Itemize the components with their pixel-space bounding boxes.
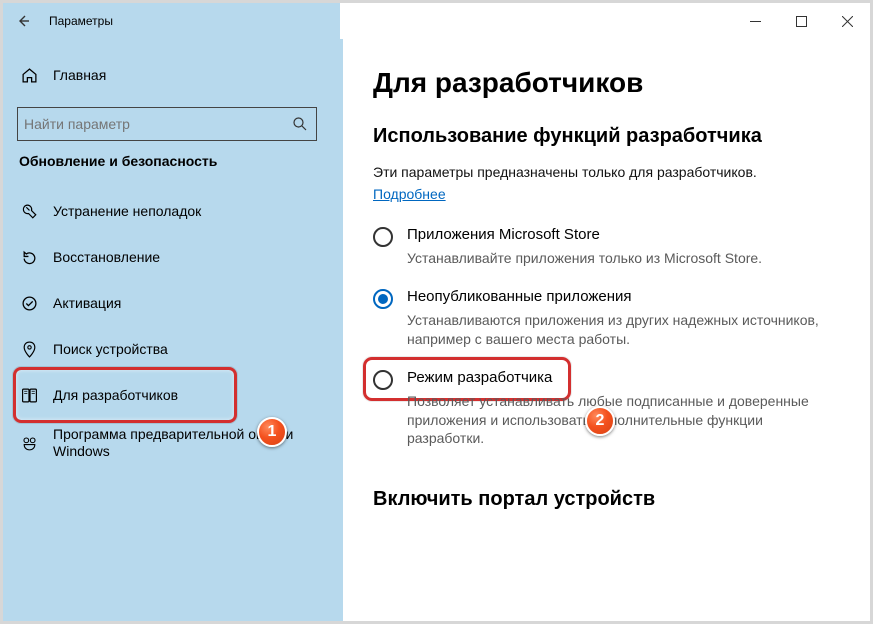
option-title: Режим разработчика: [407, 369, 840, 386]
close-icon: [842, 16, 853, 27]
radio-icon: [373, 289, 393, 309]
sidebar-item-label: Устранение неполадок: [53, 203, 201, 219]
activation-icon: [19, 293, 39, 313]
option-description: Устанавливаются приложения из других над…: [407, 311, 840, 349]
wrench-icon: [19, 201, 39, 221]
radio-icon: [373, 227, 393, 247]
sidebar-category: Обновление и безопасность: [3, 153, 343, 169]
search-box[interactable]: [17, 107, 317, 141]
minimize-button[interactable]: [732, 3, 778, 39]
recovery-icon: [19, 247, 39, 267]
sidebar-item-label: Восстановление: [53, 249, 160, 265]
section-title: Использование функций разработчика: [373, 125, 840, 148]
option-description: Устанавливайте приложения только из Micr…: [407, 249, 762, 268]
option-title: Приложения Microsoft Store: [407, 226, 762, 243]
sidebar-item-activation[interactable]: Активация: [3, 281, 343, 325]
developers-icon: [19, 385, 39, 405]
callout-badge-2: 2: [585, 406, 615, 436]
minimize-icon: [750, 16, 761, 27]
content-panel: Для разработчиков Использование функций …: [343, 39, 870, 621]
sidebar-item-label: Для разработчиков: [53, 387, 178, 403]
sidebar-item-recovery[interactable]: Восстановление: [3, 235, 343, 279]
insider-icon: [19, 433, 39, 453]
maximize-button[interactable]: [778, 3, 824, 39]
callout-badge-1: 1: [257, 417, 287, 447]
page-title: Для разработчиков: [373, 67, 840, 99]
radio-icon: [373, 370, 393, 390]
sidebar-item-home[interactable]: Главная: [3, 55, 343, 95]
sidebar-item-label: Поиск устройства: [53, 341, 168, 357]
maximize-icon: [796, 16, 807, 27]
radio-option-sideload[interactable]: Неопубликованные приложения Устанавливаю…: [373, 288, 840, 349]
home-icon: [19, 65, 39, 85]
sidebar-item-developers[interactable]: Для разработчиков: [3, 373, 343, 417]
sidebar-item-troubleshoot[interactable]: Устранение неполадок: [3, 189, 343, 233]
search-input[interactable]: [24, 116, 292, 132]
sidebar-item-label: Главная: [53, 67, 106, 83]
sidebar-item-find-device[interactable]: Поиск устройства: [3, 327, 343, 371]
sidebar-item-insider[interactable]: Программа предварительной оценки Windows: [3, 419, 343, 467]
arrow-left-icon: [15, 13, 31, 29]
section-title-2: Включить портал устройств: [373, 488, 840, 511]
section-description: Эти параметры предназначены только для р…: [373, 164, 840, 180]
search-icon: [292, 116, 308, 132]
find-device-icon: [19, 339, 39, 359]
window-title: Параметры: [49, 14, 113, 28]
learn-more-link[interactable]: Подробнее: [373, 186, 446, 202]
close-button[interactable]: [824, 3, 870, 39]
sidebar: Главная Обновление и безопасность Устран…: [3, 3, 343, 621]
option-description: Позволяет устанавливать любые подписанны…: [407, 392, 840, 449]
radio-option-store-apps[interactable]: Приложения Microsoft Store Устанавливайт…: [373, 226, 840, 268]
sidebar-item-label: Активация: [53, 295, 121, 311]
back-button[interactable]: [3, 3, 43, 39]
option-title: Неопубликованные приложения: [407, 288, 840, 305]
